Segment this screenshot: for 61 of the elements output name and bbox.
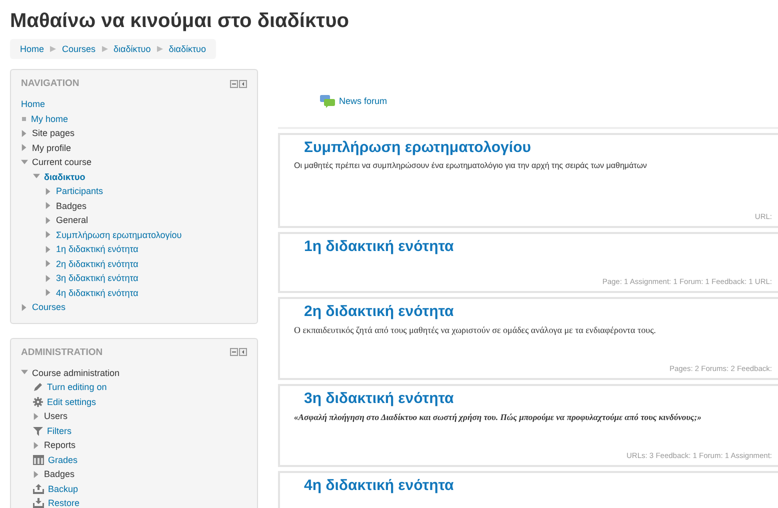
bullet-icon [21,116,27,122]
nav-link[interactable]: 1η διδακτική ενότητα [56,244,138,254]
breadcrumb-link[interactable]: Home [20,44,44,54]
upload-icon [33,484,44,494]
nav-item[interactable]: My profile [32,142,72,153]
block-title: ADMINISTRATION [21,346,103,358]
breadcrumb-link[interactable]: διαδίκτυο [168,44,206,54]
collapsed-caret-icon[interactable] [33,442,40,449]
nav-link[interactable]: Participants [56,186,104,196]
separator-icon [50,46,56,52]
nav-link[interactable]: διαδικτυο [44,172,86,182]
nav-item[interactable]: General [56,215,88,226]
breadcrumb-link[interactable]: διαδίκτυο [114,44,151,54]
nav-item[interactable]: Badges [44,469,75,480]
nav-link[interactable]: My home [31,114,68,124]
breadcrumb-link[interactable]: Courses [62,44,96,54]
pencil-icon [33,382,43,392]
nav-item[interactable]: Reports [44,440,76,450]
nav-link[interactable]: 3η διδακτική ενότητα [56,273,138,284]
dock-icon[interactable] [239,348,247,356]
section-summary: Οι μαθητές πρέπει να συμπληρώσουν ένα ερωτηματολόγιο για την αρχή της σειράς των μαθημάτων [294,161,648,170]
collapsed-caret-icon[interactable] [33,412,40,420]
filter-icon [33,426,43,436]
nav-link[interactable]: Grades [48,454,78,465]
nav-link[interactable]: Edit settings [47,396,96,407]
collapse-icon[interactable] [230,80,238,88]
nav-item[interactable]: Site pages [32,128,75,138]
table-icon [33,454,44,465]
nav-link[interactable]: Home [21,99,46,110]
nav-link[interactable]: Courses [32,302,66,312]
separator-icon [156,46,163,52]
gear-icon [33,396,43,407]
nav-link[interactable]: Συμπλήρωση ερωτηματολογίου [56,230,182,240]
chat-bubbles-icon [320,94,335,108]
nav-item[interactable]: Badges [56,200,87,211]
collapse-icon[interactable] [230,348,238,356]
nav-link[interactable]: 2η διδακτική ενότητα [56,258,138,269]
collapsed-caret-icon[interactable] [33,470,40,478]
page-title: Μαθαίνω να κινούμαι στο διαδίκτυο [10,10,350,33]
nav-link[interactable]: Backup [48,484,78,494]
nav-item[interactable]: Course administration [32,368,120,378]
forum-link[interactable]: News forum [339,96,388,106]
nav-link[interactable]: 4η διδακτική ενότητα [56,288,138,298]
section-summary: Ο εκπαιδευτικός ζητά από τους μαθητές να χωριστούν σε ομάδες ανάλογα με τα ενδιαφέροντα τους. [294,325,657,335]
section-title[interactable]: 3η διδακτική ενότητα [304,390,778,407]
separator-icon [102,46,108,52]
section-title[interactable]: 1η διδακτική ενότητα [304,238,778,255]
block-title: NAVIGATION [21,78,80,89]
nav-link[interactable]: Filters [47,426,72,436]
download-icon [33,498,44,508]
expanded-caret-icon[interactable] [21,369,28,376]
nav-item[interactable]: Users [44,411,68,422]
dock-icon[interactable] [239,80,247,88]
section-summary: «Ασφαλή πλοήγηση στο Διαδίκτυο και σωστή χρήση του. Πώς μπορούμε να προφυλαχτούμε από τους κινδύνους;» [294,412,702,422]
nav-link[interactable]: Restore [48,498,80,508]
section-title[interactable]: 4η διδακτική ενότητα [304,477,778,494]
nav-item[interactable]: Current course [32,157,92,168]
section-title[interactable]: Συμπλήρωση ερωτηματολογίου [304,139,778,156]
section-title[interactable]: 2η διδακτική ενότητα [304,303,778,320]
collapsed-caret-icon[interactable] [21,304,28,311]
nav-link[interactable]: Turn editing on [47,382,107,392]
